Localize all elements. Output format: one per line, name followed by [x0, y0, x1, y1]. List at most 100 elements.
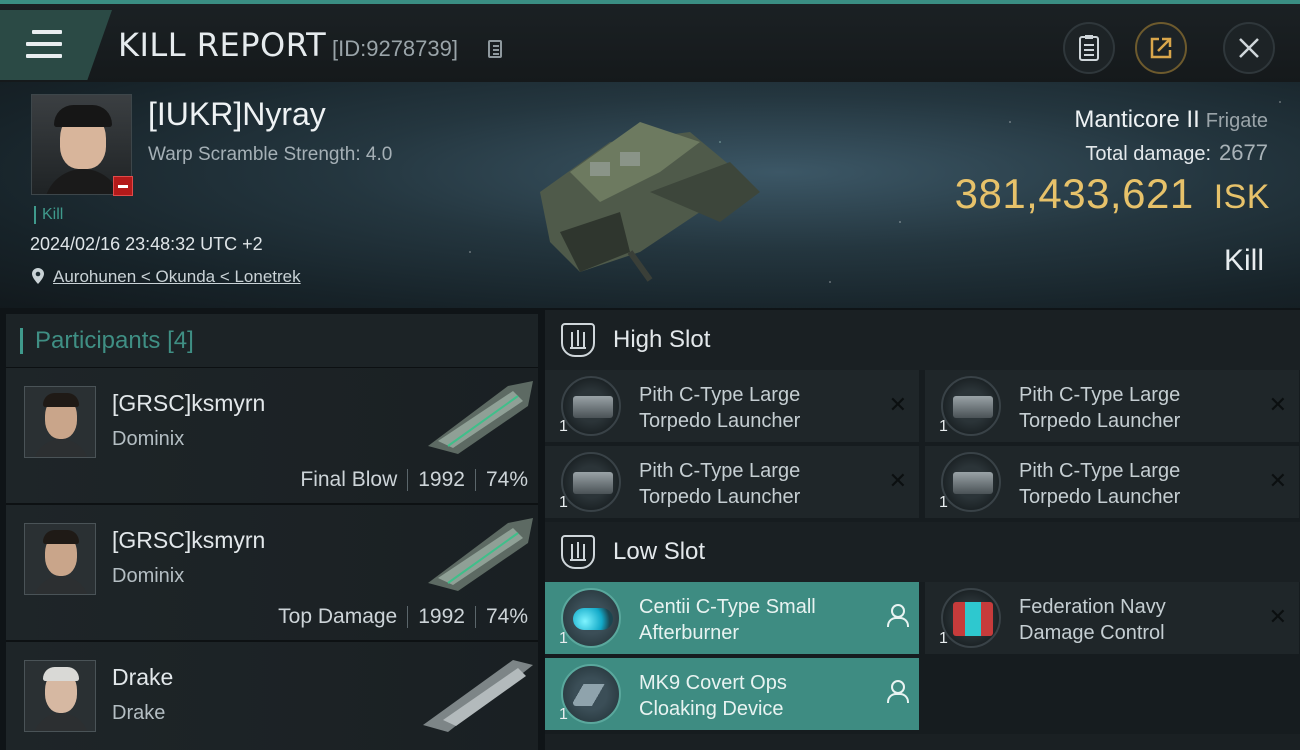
- module-qty: 1: [559, 706, 568, 723]
- damage-control-icon: [941, 588, 1001, 648]
- location-link[interactable]: Aurohunen < Okunda < Lonetrek: [53, 267, 301, 287]
- participant-name: [GRSC]ksmyrn: [112, 527, 266, 553]
- participant-row[interactable]: Drake Drake: [6, 642, 538, 750]
- location-pin-icon: [32, 268, 44, 284]
- low-slot-icon: [561, 535, 595, 569]
- participants-title: Participants: [35, 326, 161, 354]
- ship-class-text: Frigate: [1205, 110, 1268, 132]
- module-item[interactable]: 1 Pith C-Type Large Torpedo Launcher ✕: [545, 370, 919, 442]
- module-name: Pith C-Type Large Torpedo Launcher: [1019, 460, 1181, 508]
- menu-button[interactable]: [0, 10, 112, 80]
- participants-header[interactable]: Participants [4]: [6, 314, 538, 368]
- clipboard-button[interactable]: [1063, 22, 1115, 74]
- participant-row[interactable]: [GRSC]ksmyrn Dominix Final Blow 1992 74%: [6, 368, 538, 505]
- share-button[interactable]: [1135, 22, 1187, 74]
- participant-row[interactable]: [GRSC]ksmyrn Dominix Top Damage 1992 74%: [6, 505, 538, 642]
- destroyed-icon: ✕: [1268, 392, 1287, 417]
- participant-ship-image: [428, 518, 533, 591]
- next-slot-header: [545, 734, 1300, 750]
- kill-datetime: 2024/02/16 23:48:32 UTC +2: [30, 234, 263, 254]
- module-item[interactable]: 1 Pith C-Type Large Torpedo Launcher ✕: [925, 370, 1299, 442]
- low-slot-grid: 1 Centii C-Type Small Afterburner 1 Fede…: [545, 582, 1300, 734]
- module-name: Pith C-Type Large Torpedo Launcher: [639, 460, 801, 508]
- kill-tag: Kill: [34, 206, 63, 224]
- victim-name[interactable]: [IUKR]Nyray: [148, 96, 326, 133]
- ship-name-text: Manticore II: [1074, 106, 1200, 133]
- participants-count: [4]: [167, 326, 194, 354]
- participant-ship: Dominix: [112, 428, 185, 450]
- high-slot-icon: [561, 323, 595, 357]
- torpedo-launcher-icon: [941, 452, 1001, 512]
- participant-ship: Drake: [112, 702, 166, 724]
- isk-amount: 381,433,621: [954, 170, 1194, 217]
- destroyed-icon: ✕: [1268, 468, 1287, 493]
- module-name: Centii C-Type Small Afterburner: [639, 596, 816, 644]
- module-item[interactable]: 1 Federation Navy Damage Control ✕: [925, 582, 1299, 654]
- low-slot-header: Low Slot: [545, 522, 1300, 582]
- torpedo-launcher-icon: [561, 452, 621, 512]
- participant-name: Drake: [112, 664, 174, 690]
- dropped-person-icon: [887, 680, 909, 703]
- participant-avatar[interactable]: [24, 386, 96, 458]
- module-qty: 1: [559, 418, 568, 435]
- module-qty: 1: [939, 494, 948, 511]
- module-qty: 1: [559, 630, 568, 647]
- clipboard-icon: [1065, 24, 1113, 72]
- warp-scramble-text: Warp Scramble Strength: 4.0: [148, 144, 393, 165]
- participant-avatar[interactable]: [24, 523, 96, 595]
- close-button[interactable]: [1223, 22, 1275, 74]
- participant-stats: Top Damage 1992 74%: [278, 605, 528, 629]
- fitting-panel: High Slot 1 Pith C-Type Large Torpedo La…: [545, 310, 1300, 750]
- isk-unit: ISK: [1213, 178, 1270, 216]
- cloaking-device-icon: [561, 664, 621, 724]
- dropped-person-icon: [887, 604, 909, 627]
- torpedo-launcher-icon: [941, 376, 1001, 436]
- participant-percent: 74%: [485, 468, 528, 491]
- module-qty: 1: [939, 630, 948, 647]
- hamburger-icon: [26, 30, 62, 60]
- page-title: KILL REPORT: [118, 26, 327, 64]
- total-damage-label: Total damage:: [1085, 143, 1212, 165]
- module-item[interactable]: 1 Centii C-Type Small Afterburner: [545, 582, 919, 654]
- victim-ship-name[interactable]: Manticore II Frigate: [1074, 106, 1268, 134]
- participant-role: Final Blow: [300, 468, 398, 491]
- participant-damage: 1992: [418, 468, 465, 491]
- standing-badge: [113, 176, 133, 196]
- title-bar: KILL REPORT [ID:9278739]: [0, 0, 1300, 82]
- total-damage-value: 2677: [1219, 140, 1268, 165]
- victim-ship-image: [540, 122, 760, 282]
- total-damage: Total damage: 2677: [1085, 140, 1268, 166]
- share-icon: [1137, 24, 1185, 72]
- torpedo-launcher-icon: [561, 376, 621, 436]
- module-qty: 1: [559, 494, 568, 511]
- high-slot-label: High Slot: [613, 326, 711, 353]
- module-name: Pith C-Type Large Torpedo Launcher: [639, 384, 801, 432]
- module-name: Pith C-Type Large Torpedo Launcher: [1019, 384, 1181, 432]
- destroyed-icon: ✕: [1268, 604, 1287, 629]
- report-id: [ID:9278739]: [332, 36, 458, 61]
- destroyed-icon: ✕: [888, 392, 907, 417]
- victim-header: [IUKR]Nyray Warp Scramble Strength: 4.0 …: [0, 82, 1300, 308]
- participant-role: Top Damage: [278, 605, 398, 628]
- participant-stats: Final Blow 1992 74%: [300, 468, 528, 492]
- high-slot-header: High Slot: [545, 310, 1300, 370]
- low-slot-label: Low Slot: [613, 538, 706, 565]
- participant-name: [GRSC]ksmyrn: [112, 390, 266, 416]
- result-label: Kill: [1223, 244, 1264, 277]
- participant-damage: 1992: [418, 605, 465, 628]
- participants-panel: Participants [4] [GRSC]ksmyrn Dominix Fi…: [6, 314, 538, 750]
- copy-icon[interactable]: [488, 40, 502, 58]
- module-qty: 1: [939, 418, 948, 435]
- module-item[interactable]: 1 Pith C-Type Large Torpedo Launcher ✕: [545, 446, 919, 518]
- participant-avatar[interactable]: [24, 660, 96, 732]
- isk-value: 381,433,621 ISK: [955, 170, 1270, 218]
- module-name: MK9 Covert Ops Cloaking Device: [639, 672, 787, 720]
- participant-ship-image: [423, 660, 533, 732]
- module-item[interactable]: 1 MK9 Covert Ops Cloaking Device: [545, 658, 919, 730]
- participant-ship: Dominix: [112, 565, 185, 587]
- destroyed-icon: ✕: [888, 468, 907, 493]
- participant-percent: 74%: [485, 605, 528, 628]
- high-slot-grid: 1 Pith C-Type Large Torpedo Launcher ✕ 1…: [545, 370, 1300, 522]
- module-name: Federation Navy Damage Control: [1019, 596, 1166, 644]
- module-item[interactable]: 1 Pith C-Type Large Torpedo Launcher ✕: [925, 446, 1299, 518]
